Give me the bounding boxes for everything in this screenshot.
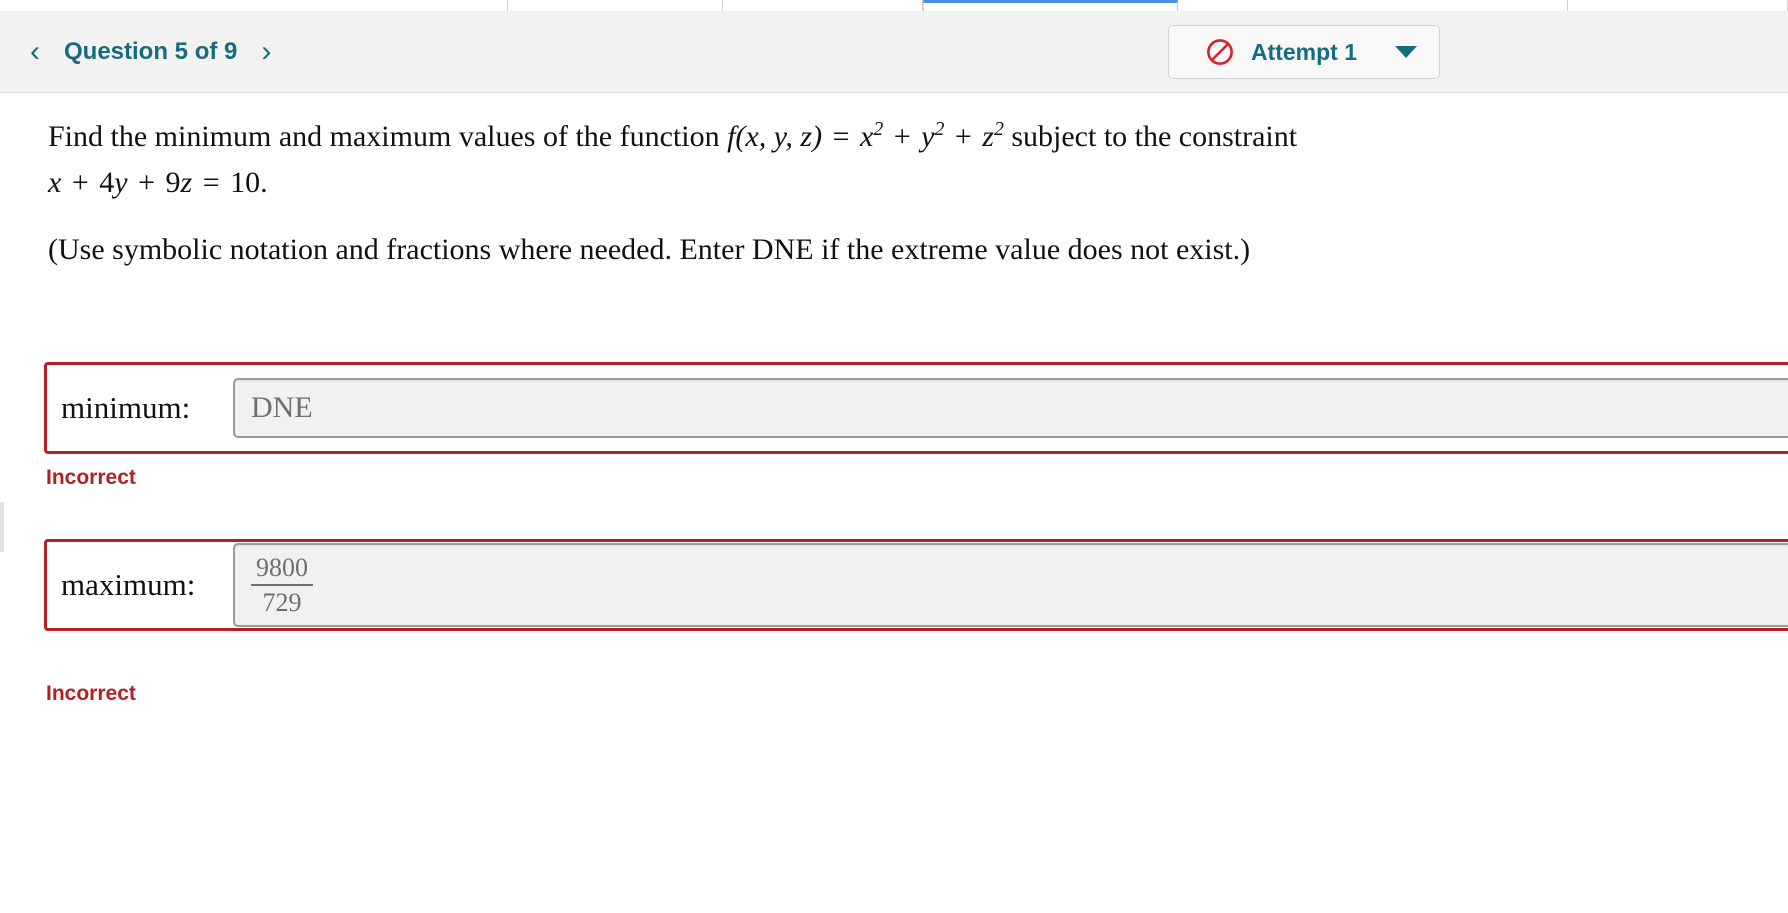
answer-block-minimum: minimum: DNE bbox=[44, 362, 1788, 454]
constraint-coefficient-9: 9 bbox=[165, 166, 181, 199]
browser-tab-4-active[interactable] bbox=[923, 0, 1178, 11]
question-navigation: ‹ Question 5 of 9 › bbox=[24, 11, 277, 93]
constraint-coefficient-4: 4 bbox=[99, 166, 115, 199]
fraction-bar bbox=[251, 584, 313, 586]
minimum-input[interactable]: DNE bbox=[233, 378, 1788, 438]
fraction-numerator: 9800 bbox=[256, 552, 308, 582]
constraint-plus-1: + bbox=[64, 166, 97, 199]
question-header-bar: ‹ Question 5 of 9 › Attempt 1 bbox=[0, 11, 1788, 93]
browser-tab-strip bbox=[0, 0, 1788, 11]
question-content-area: Find the minimum and maximum values of t… bbox=[0, 94, 1788, 913]
term-z-base: z bbox=[982, 120, 994, 153]
browser-tab-3[interactable] bbox=[723, 0, 923, 11]
answer-row-maximum: maximum: 9800 729 bbox=[47, 542, 1788, 628]
term-z-exponent: 2 bbox=[993, 118, 1004, 140]
browser-tab-2[interactable] bbox=[508, 0, 723, 11]
minimum-feedback-status: Incorrect bbox=[46, 466, 136, 489]
minimum-value: DNE bbox=[251, 391, 313, 424]
browser-tab-5[interactable] bbox=[1178, 0, 1568, 11]
term-x-exponent: 2 bbox=[873, 118, 884, 140]
question-constraint-line: x + 4y + 9z = 10. bbox=[48, 162, 268, 203]
left-edge-divider bbox=[0, 502, 4, 552]
answer-block-maximum: maximum: 9800 729 bbox=[44, 539, 1788, 631]
constraint-z: z bbox=[180, 166, 193, 199]
prompt-text-outro: subject to the constraint bbox=[1003, 120, 1298, 153]
function-arguments: (x, y, z) bbox=[735, 120, 823, 153]
no-entry-icon bbox=[1206, 39, 1233, 65]
browser-tab-1[interactable] bbox=[0, 0, 508, 11]
question-instructions: (Use symbolic notation and fractions whe… bbox=[48, 233, 1251, 266]
attempt-dropdown[interactable]: Attempt 1 bbox=[1167, 25, 1440, 79]
answer-row-minimum: minimum: DNE bbox=[47, 365, 1788, 451]
constraint-y: y bbox=[114, 166, 128, 199]
chevron-down-icon[interactable] bbox=[1395, 46, 1417, 58]
constraint-x: x bbox=[48, 166, 62, 199]
maximum-input[interactable]: 9800 729 bbox=[233, 543, 1788, 627]
next-question-icon[interactable]: › bbox=[255, 35, 277, 69]
minimum-label: minimum: bbox=[61, 390, 191, 425]
question-counter-label: Question 5 of 9 bbox=[64, 38, 238, 65]
plus-sign-1: + bbox=[886, 120, 919, 153]
constraint-equals: = bbox=[195, 166, 228, 199]
maximum-value-fraction: 9800 729 bbox=[251, 553, 313, 617]
prompt-text-intro: Find the minimum and maximum values of t… bbox=[48, 120, 728, 153]
constraint-value: 10. bbox=[230, 166, 268, 199]
maximum-label: maximum: bbox=[61, 567, 196, 602]
attempt-label: Attempt 1 bbox=[1250, 38, 1357, 65]
plus-sign-2: + bbox=[947, 120, 980, 153]
term-x-base: x bbox=[859, 120, 874, 153]
constraint-plus-2: + bbox=[130, 166, 163, 199]
question-prompt-line-1: Find the minimum and maximum values of t… bbox=[48, 116, 1297, 157]
term-y-exponent: 2 bbox=[934, 118, 945, 140]
maximum-feedback-status: Incorrect bbox=[46, 682, 136, 705]
browser-tab-6[interactable] bbox=[1568, 0, 1788, 11]
previous-question-icon[interactable]: ‹ bbox=[24, 35, 46, 69]
term-y-base: y bbox=[921, 120, 935, 153]
equals-sign-1: = bbox=[825, 120, 857, 153]
fraction-denominator: 729 bbox=[262, 588, 302, 617]
